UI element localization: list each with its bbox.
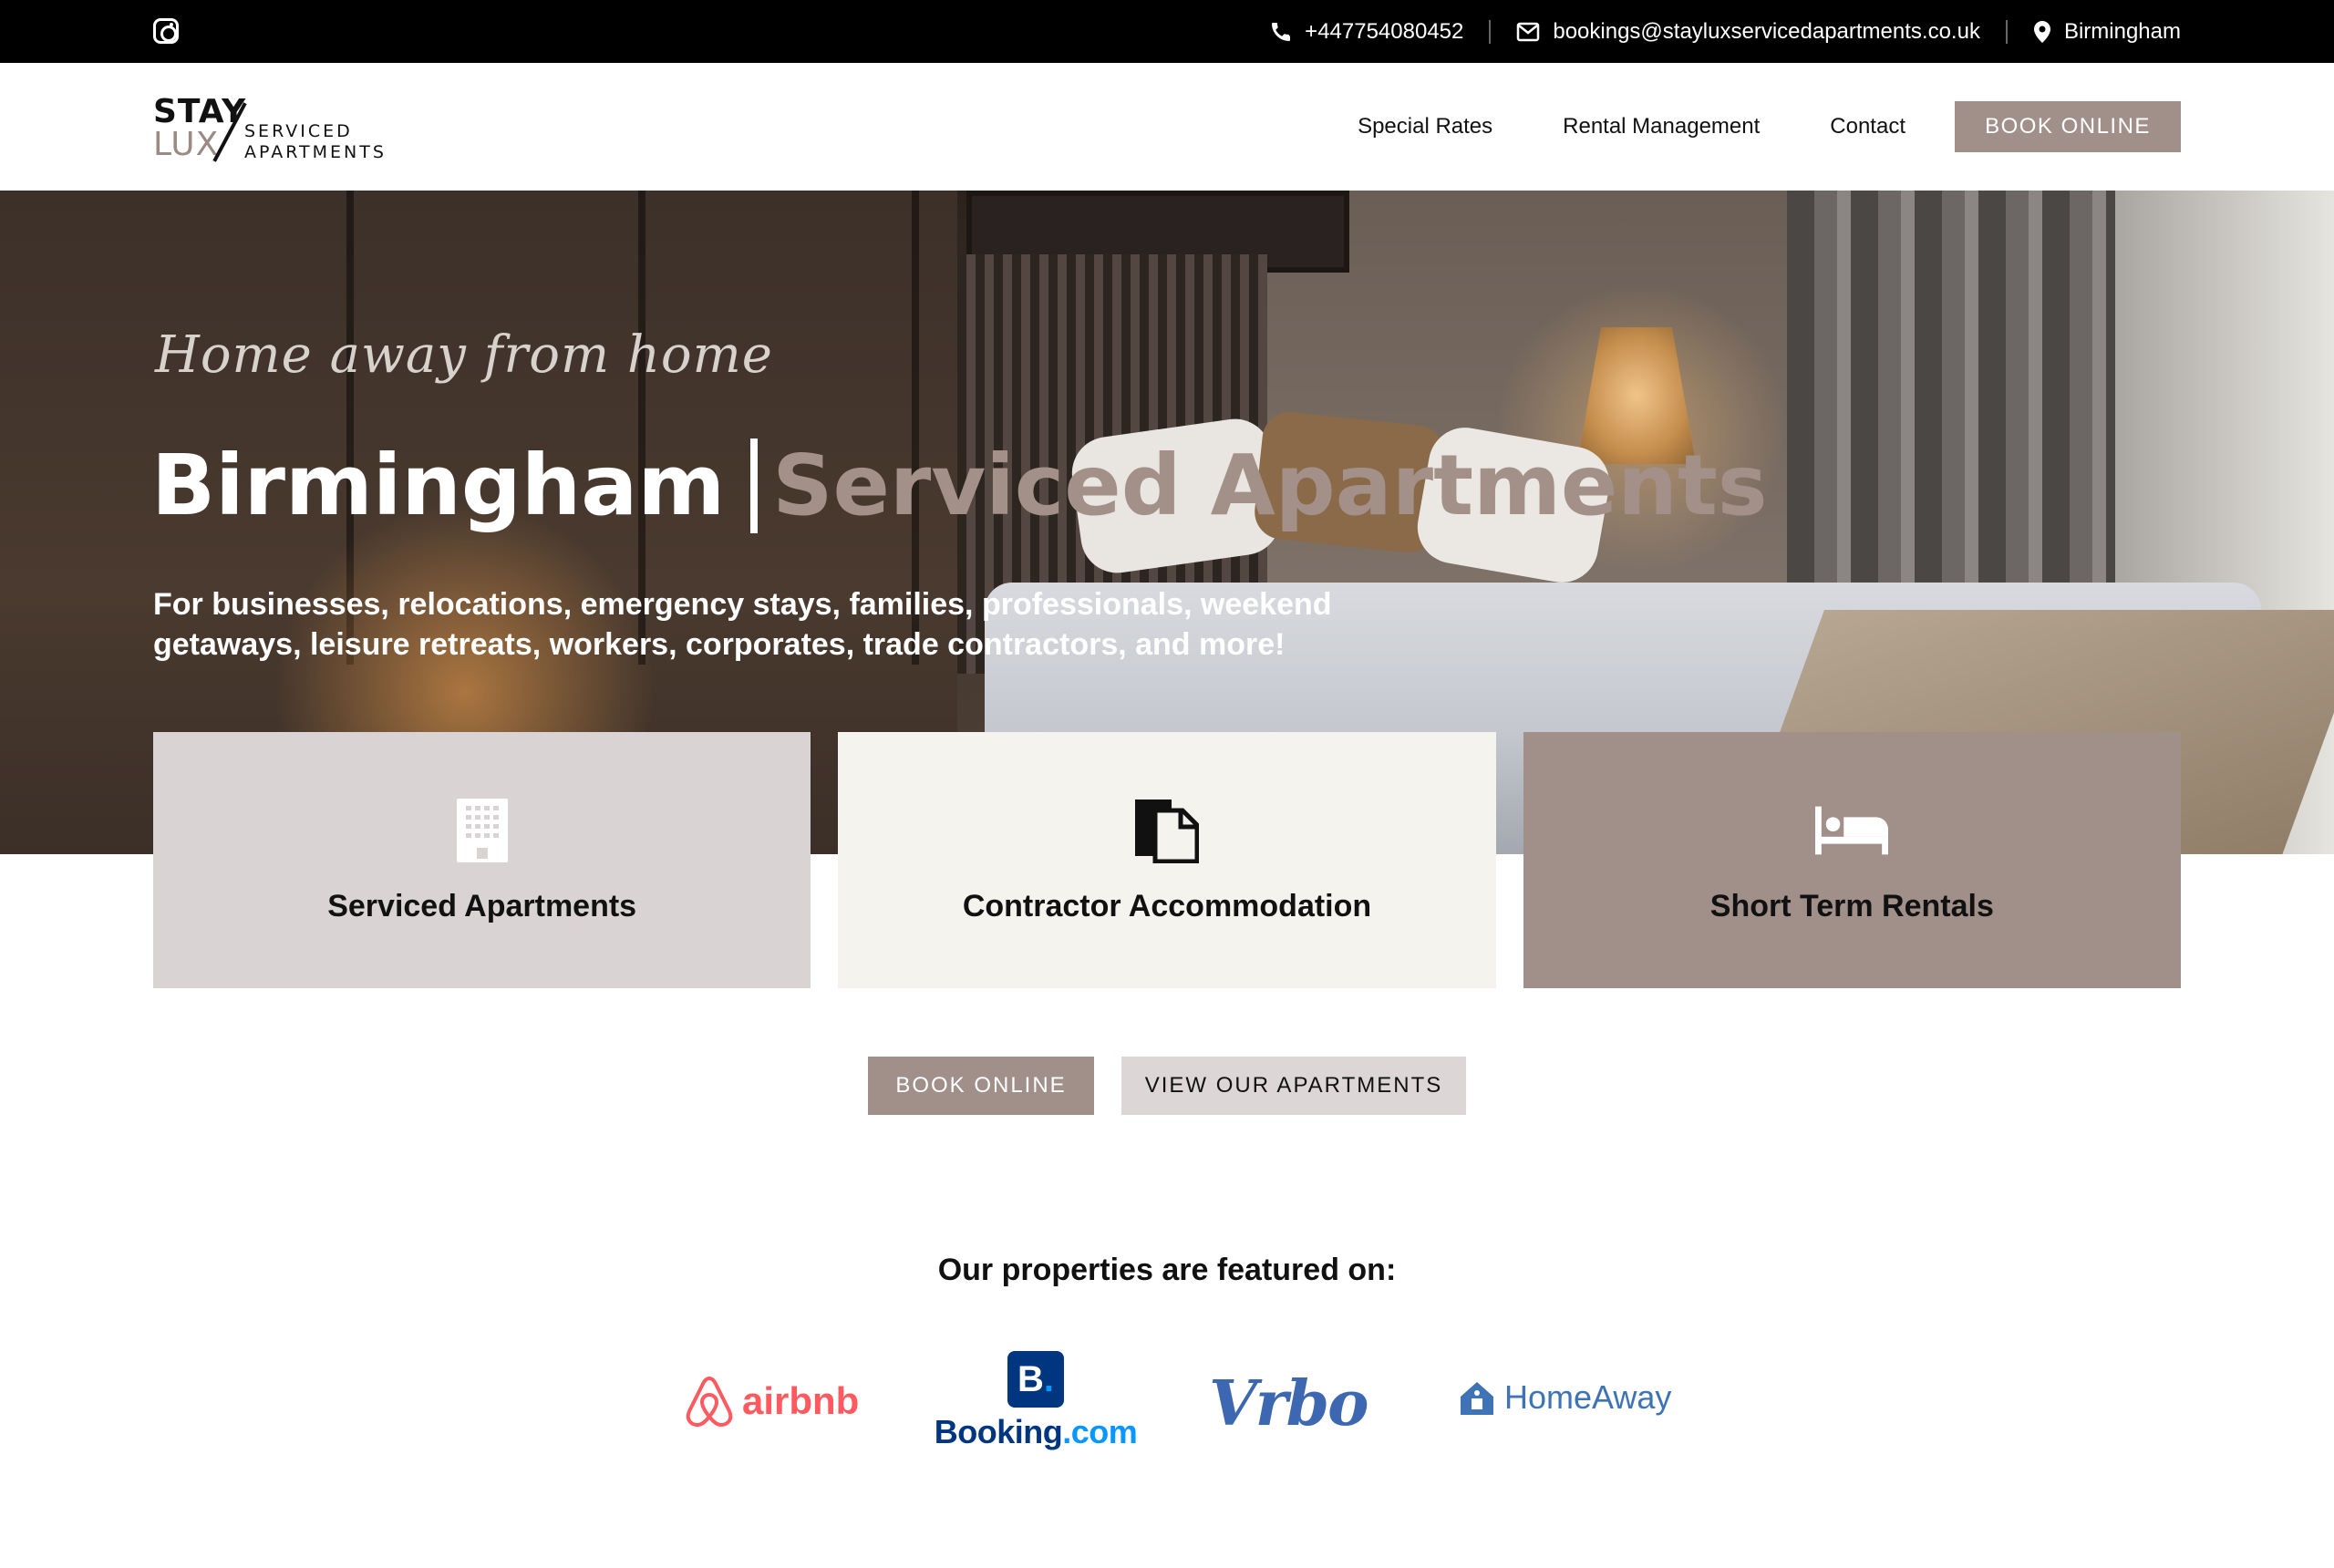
card-label: Contractor Accommodation xyxy=(962,889,1372,923)
divider xyxy=(1489,19,1492,44)
airbnb-wordmark: airbnb xyxy=(742,1379,860,1422)
book-online-cta[interactable]: BOOK ONLINE xyxy=(868,1057,1094,1115)
partner-logos: airbnb B. Booking.com Vrbo HomeAway xyxy=(0,1347,2334,1457)
card-label: Serviced Apartments xyxy=(327,889,637,923)
staylux-logo[interactable]: STAY LUX SERVICED APARTMENTS xyxy=(153,96,399,165)
instagram-icon[interactable] xyxy=(153,18,179,44)
bed-icon xyxy=(1815,798,1889,863)
phone-link[interactable]: +447754080452 xyxy=(1270,19,1463,45)
hero-tagline: Home away from home xyxy=(155,325,773,385)
title-divider xyxy=(750,438,759,533)
cta-group: BOOK ONLINE VIEW OUR APARTMENTS xyxy=(0,1057,2334,1115)
top-bar: +447754080452 bookings@stayluxservicedap… xyxy=(0,0,2334,63)
contact-info: +447754080452 bookings@stayluxservicedap… xyxy=(1270,0,2181,63)
booking-wordmark: Booking.com xyxy=(934,1413,1138,1450)
logo-serviced: SERVICED xyxy=(244,121,353,141)
booking-logo[interactable]: B. Booking.com xyxy=(935,1351,1138,1451)
service-cards: Serviced Apartments Contractor Accommoda… xyxy=(153,732,2181,988)
vrbo-logo[interactable]: Vrbo xyxy=(1209,1367,1368,1440)
hero-description: For businesses, relocations, emergency s… xyxy=(153,587,1332,662)
card-label: Short Term Rentals xyxy=(1709,889,1994,923)
map-pin-icon xyxy=(2033,20,2051,44)
nav-rental-management[interactable]: Rental Management xyxy=(1563,114,1760,139)
phone-icon xyxy=(1270,21,1292,43)
hero-title: Birmingham Serviced Apartments xyxy=(151,437,1768,534)
card-contractor-accommodation[interactable]: Contractor Accommodation xyxy=(838,732,1496,988)
location-text: Birmingham xyxy=(2063,18,2181,44)
hero-title-accent: Serviced Apartments xyxy=(772,437,1768,534)
documents-icon xyxy=(1131,798,1203,863)
building-icon xyxy=(446,798,519,863)
house-icon xyxy=(1461,1382,1493,1415)
hero-title-main: Birmingham xyxy=(151,437,726,534)
mail-icon xyxy=(1516,22,1540,42)
book-online-button[interactable]: BOOK ONLINE xyxy=(1955,101,2181,152)
homeaway-wordmark: HomeAway xyxy=(1504,1378,1672,1416)
site-header: STAY LUX SERVICED APARTMENTS Special Rat… xyxy=(0,63,2334,191)
logo-lux: LUX xyxy=(153,126,220,163)
airbnb-icon xyxy=(686,1376,733,1428)
phone-number: +447754080452 xyxy=(1305,18,1464,44)
nav-contact[interactable]: Contact xyxy=(1830,114,1905,139)
email-link[interactable]: bookings@stayluxservicedapartments.co.uk xyxy=(1516,19,1980,45)
logo-apartments: APARTMENTS xyxy=(244,142,387,162)
location-link[interactable]: Birmingham xyxy=(2033,19,2181,45)
airbnb-logo[interactable]: airbnb xyxy=(684,1375,859,1428)
homeaway-logo[interactable]: HomeAway xyxy=(1457,1378,1671,1417)
divider xyxy=(2005,19,2008,44)
main-nav: Special Rates Rental Management Contact … xyxy=(1358,101,2181,152)
booking-icon: B. xyxy=(1007,1351,1064,1408)
nav-special-rates[interactable]: Special Rates xyxy=(1358,114,1492,139)
email-address: bookings@stayluxservicedapartments.co.uk xyxy=(1553,18,1980,44)
featured-title: Our properties are featured on: xyxy=(937,1253,1397,1287)
card-short-term-rentals[interactable]: Short Term Rentals xyxy=(1523,732,2181,988)
card-serviced-apartments[interactable]: Serviced Apartments xyxy=(153,732,811,988)
view-apartments-button[interactable]: VIEW OUR APARTMENTS xyxy=(1121,1057,1466,1115)
